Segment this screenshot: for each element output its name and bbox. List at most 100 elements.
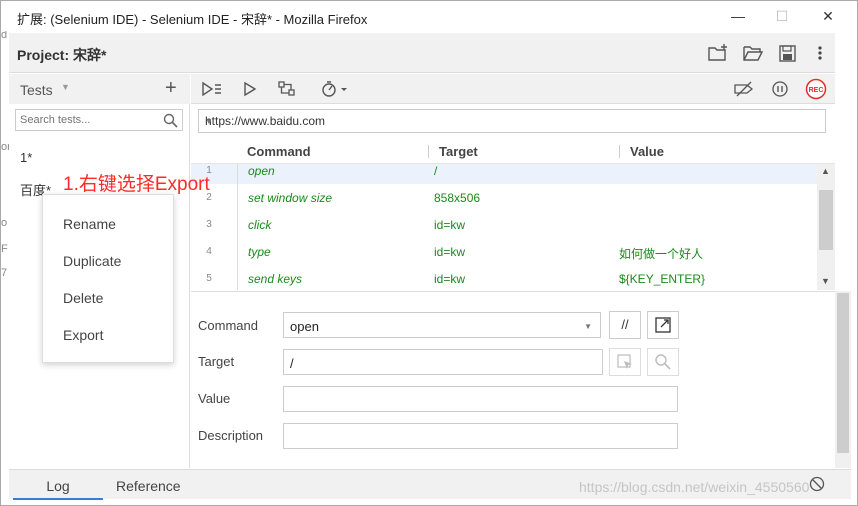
open-reference-button[interactable]: [647, 311, 679, 339]
run-current-test-icon[interactable]: [241, 80, 259, 98]
command-input[interactable]: open ▼: [283, 312, 601, 338]
open-project-icon[interactable]: [742, 43, 764, 63]
save-project-icon[interactable]: [777, 43, 799, 63]
record-button[interactable]: REC: [805, 78, 827, 100]
menu-item-export[interactable]: Export: [63, 327, 103, 343]
context-menu: Rename Duplicate Delete Export: [42, 194, 174, 363]
chevron-down-icon[interactable]: ▼: [61, 82, 70, 92]
title-bar: 扩展: (Selenium IDE) - Selenium IDE - 宋辞* …: [1, 1, 857, 31]
external-link-icon: [655, 317, 671, 333]
row-target: id=kw: [434, 218, 466, 232]
playback-toolbar: REC: [191, 74, 835, 104]
target-label: Target: [198, 354, 235, 369]
scrollbar-thumb[interactable]: [837, 293, 849, 453]
select-target-icon: [617, 354, 632, 369]
project-title: Project: 宋辞*: [17, 45, 106, 65]
close-button[interactable]: ✕: [813, 5, 843, 27]
menu-item-duplicate[interactable]: Duplicate: [63, 253, 121, 269]
column-header-value: Value: [630, 144, 664, 159]
project-label: Project:: [17, 47, 70, 63]
chevron-down-icon[interactable]: ▼: [205, 117, 817, 126]
scrollbar-thumb[interactable]: [819, 190, 833, 250]
test-item[interactable]: 1*: [9, 144, 190, 172]
scroll-up-icon[interactable]: ▲: [821, 166, 830, 176]
command-input-value: open: [290, 319, 319, 334]
editor-scrollbar[interactable]: [835, 291, 851, 468]
base-url-select[interactable]: https://www.baidu.com ▼: [198, 109, 826, 133]
maximize-button[interactable]: ☐: [767, 5, 797, 27]
table-row[interactable]: 5 send keys id=kw ${KEY_ENTER}: [191, 265, 817, 290]
scroll-down-icon[interactable]: ▼: [821, 276, 830, 286]
table-row[interactable]: 1 open /: [191, 164, 817, 184]
row-target: id=kw: [434, 272, 466, 286]
row-number-gutter-divider: [237, 164, 238, 290]
description-input[interactable]: [283, 423, 678, 449]
value-label: Value: [198, 391, 231, 406]
select-target-button[interactable]: [609, 348, 641, 376]
background-window-fragment: o: [1, 217, 8, 229]
table-row[interactable]: 3 click id=kw: [191, 211, 817, 238]
search-tests: [15, 109, 183, 131]
row-command: open: [248, 164, 275, 178]
tests-dropdown[interactable]: Tests: [20, 82, 53, 98]
command-label: Command: [198, 318, 258, 333]
commands-table: 1 open / 2 set window size 858x506 3 cli…: [191, 164, 817, 290]
commands-scrollbar[interactable]: ▲ ▼: [817, 164, 835, 290]
step-over-icon[interactable]: [277, 80, 297, 98]
add-test-button[interactable]: +: [165, 77, 177, 100]
target-input-value: /: [290, 356, 294, 371]
minimize-button[interactable]: —: [723, 5, 753, 27]
table-row[interactable]: 4 type id=kw 如何做一个好人: [191, 238, 817, 265]
background-window-fragment: 7: [1, 267, 8, 279]
clear-log-icon[interactable]: [809, 476, 825, 495]
record-label: REC: [809, 87, 824, 94]
search-icon[interactable]: [163, 113, 178, 131]
row-target: /: [434, 164, 438, 178]
row-command: send keys: [248, 272, 303, 286]
column-header-command: Command: [247, 144, 311, 159]
menu-item-rename[interactable]: Rename: [63, 216, 116, 232]
commands-table-header: Command Target Value: [191, 141, 835, 164]
row-target: 858x506: [434, 191, 481, 205]
run-all-tests-icon[interactable]: [201, 80, 223, 98]
column-divider: [428, 145, 429, 158]
find-target-button[interactable]: [647, 348, 679, 376]
watermark: https://blog.csdn.net/weixin_4550560: [579, 479, 810, 495]
annotation-text: 1.右键选择Export: [63, 174, 210, 195]
value-input[interactable]: [283, 386, 678, 412]
tests-header: Tests ▼ +: [9, 74, 190, 104]
background-window-fragment: or: [1, 141, 11, 153]
window-title: 扩展: (Selenium IDE) - Selenium IDE - 宋辞* …: [17, 12, 368, 27]
menu-item-delete[interactable]: Delete: [63, 290, 103, 306]
column-divider: [619, 145, 620, 158]
row-command: set window size: [248, 191, 333, 205]
background-window-fragment: F: [1, 243, 8, 255]
description-label: Description: [198, 428, 264, 443]
project-name[interactable]: 宋辞*: [73, 47, 106, 63]
project-bar: Project: 宋辞*: [9, 33, 835, 73]
row-number: 5: [206, 273, 212, 284]
column-header-target: Target: [439, 144, 478, 159]
target-input[interactable]: /: [283, 349, 603, 375]
row-command: click: [248, 218, 272, 232]
comment-toggle-button[interactable]: //: [609, 311, 641, 339]
row-target: id=kw: [434, 245, 466, 259]
tab-log[interactable]: Log: [13, 478, 103, 500]
row-number: 4: [206, 246, 212, 257]
more-options-icon[interactable]: [809, 43, 831, 63]
row-value: 如何做一个好人: [619, 247, 704, 261]
new-project-icon[interactable]: [707, 43, 729, 63]
row-value: ${KEY_ENTER}: [619, 272, 706, 286]
test-speed-icon[interactable]: [321, 80, 351, 98]
command-editor: Command open ▼ // Target / Value Descrip…: [191, 291, 835, 468]
row-number: 3: [206, 219, 212, 230]
pause-on-exceptions-icon[interactable]: [771, 80, 789, 98]
row-command: type: [248, 245, 271, 259]
disable-breakpoints-icon[interactable]: [733, 80, 755, 98]
firefox-window: d or o F 7 扩展: (Selenium IDE) - Selenium…: [0, 0, 858, 506]
search-input[interactable]: [20, 110, 160, 130]
chevron-down-icon[interactable]: ▼: [584, 322, 592, 331]
table-row[interactable]: 2 set window size 858x506: [191, 184, 817, 211]
search-icon: [655, 354, 671, 370]
tab-reference[interactable]: Reference: [116, 478, 181, 494]
